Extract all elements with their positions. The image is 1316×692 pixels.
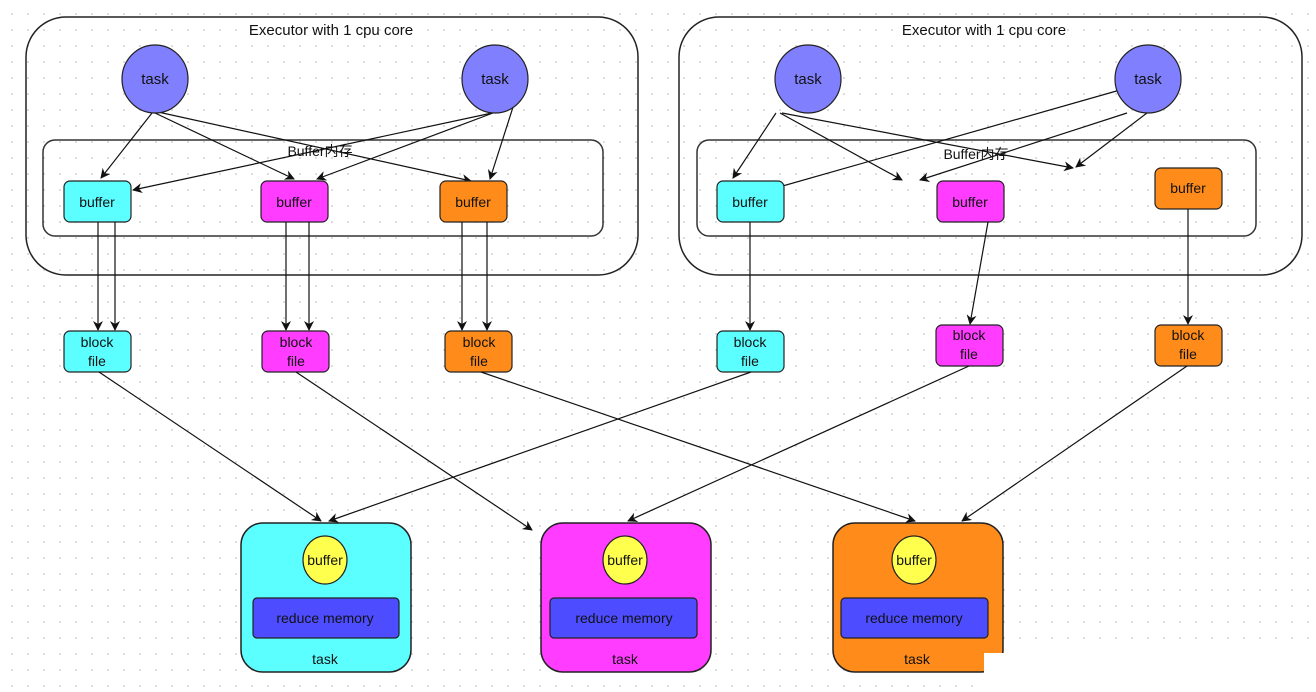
buffer-label: buffer — [455, 194, 491, 210]
block-file-label: block — [953, 327, 987, 343]
arrow — [732, 112, 777, 179]
shuffle-diagram: Executor with 1 cpu core Buffer内存 task t… — [25, 16, 1303, 673]
arrow — [961, 365, 1188, 522]
executor-title: Executor with 1 cpu core — [902, 22, 1066, 39]
arrow — [157, 111, 472, 184]
reduce-task-label: task — [904, 651, 931, 667]
arrow — [487, 103, 515, 180]
buffer-label: buffer — [732, 194, 768, 210]
block-file-label: file — [88, 353, 106, 369]
reduce-memory-label: reduce memory — [276, 610, 373, 626]
reduce-task-magenta: buffer reduce memory task — [540, 522, 712, 673]
reduce-task-label: task — [612, 651, 639, 667]
arrow — [328, 371, 752, 523]
buffer-circle-label: buffer — [307, 552, 343, 568]
block-file-label: file — [741, 353, 759, 369]
arrow — [966, 221, 989, 325]
buffer-label: buffer — [79, 194, 115, 210]
task-label: task — [481, 71, 509, 88]
reduce-task-label: task — [312, 651, 339, 667]
buffer-circle-label: buffer — [896, 552, 932, 568]
buffer-label: buffer — [276, 194, 312, 210]
buffer-to-blockfile-arrows — [93, 222, 492, 331]
arrow — [98, 371, 322, 522]
arrow — [154, 112, 295, 180]
arrow — [132, 112, 493, 194]
arrow — [295, 371, 533, 531]
block-file-label: block — [734, 334, 768, 350]
block-file-label: file — [1179, 346, 1197, 362]
executor-2: Executor with 1 cpu core Buffer内存 task t… — [678, 16, 1303, 373]
reduce-task-orange: buffer reduce memory task — [832, 522, 1004, 673]
buffer-circle-label: buffer — [607, 552, 643, 568]
executor-title: Executor with 1 cpu core — [249, 22, 413, 39]
reduce-task-cyan: buffer reduce memory task — [240, 522, 412, 673]
buffer-label: buffer — [952, 194, 988, 210]
buffer-to-blockfile-arrows — [745, 209, 1193, 331]
arrow — [100, 112, 153, 179]
task-label: task — [1134, 71, 1162, 88]
executor-1: Executor with 1 cpu core Buffer内存 task t… — [25, 16, 639, 373]
task-label: task — [794, 71, 822, 88]
block-file-label: block — [463, 334, 497, 350]
block-file-label: file — [287, 353, 305, 369]
block-file-label: block — [1172, 327, 1206, 343]
arrow — [480, 371, 916, 523]
block-file-label: block — [81, 334, 115, 350]
task-label: task — [141, 71, 169, 88]
reduce-memory-label: reduce memory — [865, 610, 962, 626]
block-file-label: block — [280, 334, 314, 350]
reduce-memory-label: reduce memory — [575, 610, 672, 626]
blank-area — [984, 653, 1316, 692]
block-file-label: file — [960, 346, 978, 362]
block-file-label: file — [470, 353, 488, 369]
arrow — [627, 365, 970, 522]
blockfile-to-reduce-arrows — [98, 365, 1188, 531]
buffer-label: buffer — [1170, 180, 1206, 196]
